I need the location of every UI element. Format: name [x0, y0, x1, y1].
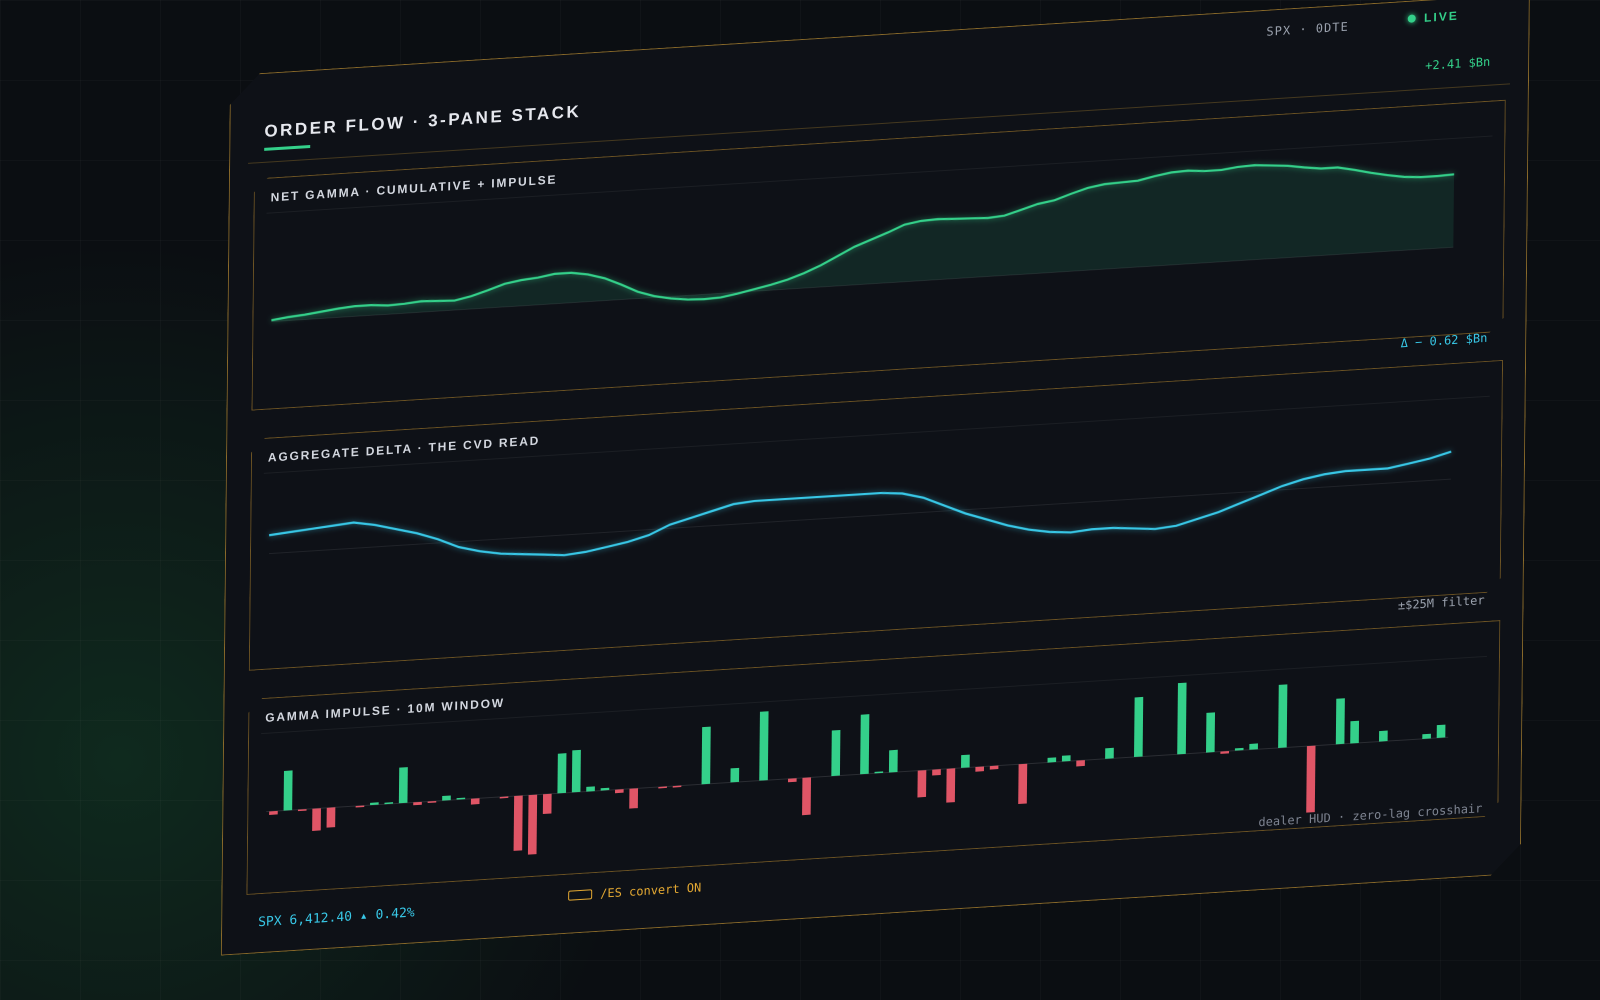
- aggregate-delta-chart[interactable]: [250, 361, 1504, 672]
- gamma-readout: +2.41 $Bn: [1425, 54, 1491, 73]
- impulse-bar: [1206, 712, 1215, 752]
- impulse-bar: [572, 750, 581, 793]
- impulse-bar: [1336, 698, 1345, 744]
- impulse-bar: [399, 767, 408, 803]
- impulse-bar: [975, 766, 984, 771]
- impulse-bar: [730, 768, 739, 783]
- impulse-bar: [1350, 721, 1359, 744]
- spx-price-ticker: SPX 6,412.40 ▴ 0.42%: [258, 905, 415, 931]
- aggregate-delta-pane: AGGREGATE DELTA · THE CVD READ: [249, 360, 1503, 671]
- impulse-bar: [860, 714, 869, 774]
- es-convert-toggle[interactable]: /ES convert ON: [568, 880, 701, 902]
- impulse-bar: [961, 755, 970, 768]
- keyboard-icon: [568, 889, 592, 901]
- es-convert-label: /ES convert ON: [600, 880, 702, 901]
- impulse-bar: [1422, 734, 1431, 739]
- impulse-bar: [932, 769, 941, 775]
- impulse-bar: [327, 807, 336, 827]
- stage: ORDER FLOW · 3-PANE STACK SPX · 0DTE LIV…: [0, 0, 1600, 1000]
- impulse-bar: [1134, 697, 1143, 757]
- impulse-bar: [917, 770, 926, 797]
- impulse-bar: [990, 766, 999, 770]
- live-label: LIVE: [1424, 8, 1459, 25]
- gamma-impulse-chart[interactable]: [247, 621, 1501, 896]
- impulse-bar: [557, 753, 566, 793]
- impulse-bar: [1437, 725, 1446, 738]
- impulse-bar: [1048, 757, 1057, 762]
- impulse-bar: [413, 802, 422, 805]
- impulse-bar: [702, 727, 711, 785]
- impulse-bar: [514, 796, 523, 851]
- impulse-bar: [312, 808, 321, 831]
- symbol-label: SPX · 0DTE: [1266, 19, 1349, 39]
- impulse-bar: [1278, 684, 1287, 748]
- impulse-bar: [1249, 743, 1258, 749]
- impulse-bar: [831, 730, 840, 776]
- impulse-bar: [528, 795, 537, 855]
- impulse-bar: [1177, 683, 1186, 755]
- impulse-bar: [284, 770, 293, 810]
- delta-series-line: [269, 452, 1452, 585]
- impulse-bar: [1076, 760, 1085, 766]
- impulse-bar: [615, 789, 624, 793]
- net-gamma-pane: NET GAMMA · CUMULATIVE + IMPULSE: [251, 100, 1505, 411]
- impulse-bar: [269, 811, 278, 815]
- impulse-bar: [1105, 748, 1114, 759]
- impulse-bar: [802, 777, 811, 815]
- gamma-impulse-pane: GAMMA IMPULSE · 10M WINDOW: [246, 620, 1500, 895]
- title-underline: [264, 145, 310, 151]
- impulse-bar: [543, 794, 552, 814]
- impulse-bar: [1062, 755, 1071, 761]
- status-dot-icon: [1408, 14, 1416, 23]
- impulse-bar: [1018, 764, 1027, 804]
- impulse-bar: [759, 711, 768, 780]
- impulse-bar: [629, 788, 638, 808]
- impulse-bar: [788, 778, 797, 782]
- impulse-bar: [1379, 731, 1388, 742]
- impulse-bar: [889, 750, 898, 773]
- impulse-bar: [586, 786, 595, 791]
- impulse-bar: [946, 768, 955, 802]
- impulse-bar: [471, 798, 480, 804]
- page-title: ORDER FLOW · 3-PANE STACK: [264, 101, 582, 141]
- order-flow-card: ORDER FLOW · 3-PANE STACK SPX · 0DTE LIV…: [221, 0, 1530, 956]
- net-gamma-chart[interactable]: [252, 101, 1506, 412]
- impulse-bar: [442, 795, 451, 800]
- live-badge[interactable]: LIVE: [1408, 9, 1459, 26]
- impulse-bar: [1306, 746, 1315, 813]
